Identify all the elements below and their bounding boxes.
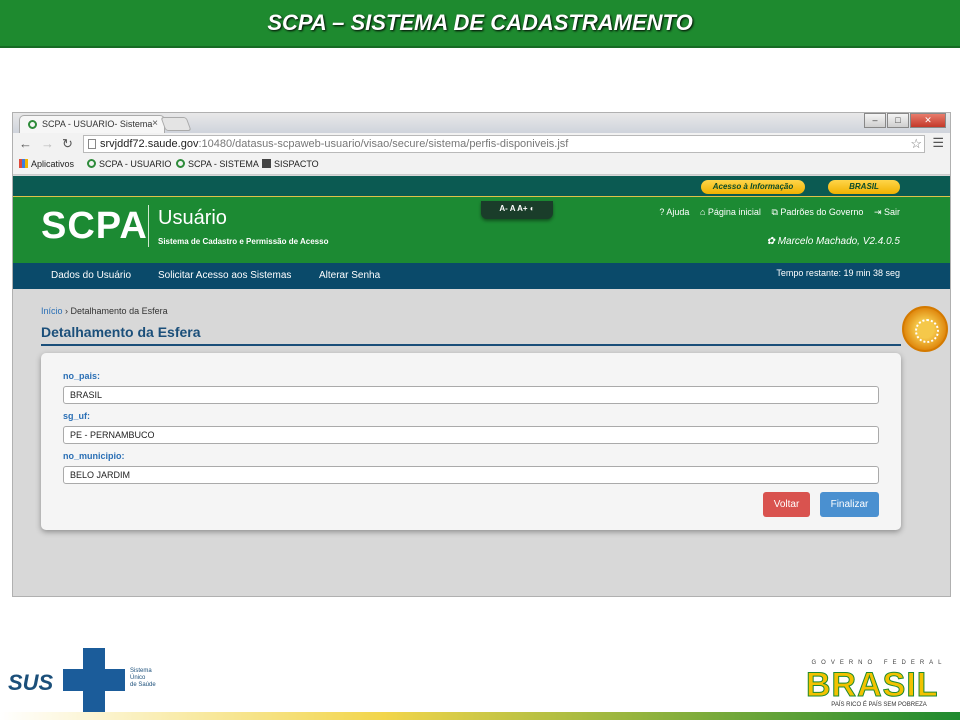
nav-alterar-senha[interactable]: Alterar Senha <box>319 270 380 281</box>
sus-subtitle: Sistema Único de Saúde <box>130 668 156 688</box>
municipio-field[interactable]: BELO JARDIM <box>63 466 879 484</box>
nav-dados-usuario[interactable]: Dados do Usuário <box>51 270 131 281</box>
field-label-municipio: no_municipio: <box>63 451 125 461</box>
breadcrumb: Início › Detalhamento da Esfera <box>41 306 168 316</box>
site-subtitle: Usuário <box>158 207 227 229</box>
close-tab-icon[interactable]: × <box>152 118 158 129</box>
gov-slogan: PAÍS RICO É PAÍS SEM POBREZA <box>831 702 927 708</box>
reload-icon[interactable]: ↻ <box>62 136 73 152</box>
bookmark-scpa-usuario[interactable]: SCPA - USUARIO <box>87 159 171 169</box>
forward-arrow-icon[interactable]: → <box>41 136 54 151</box>
session-timer: Tempo restante: 19 min 38 seg <box>776 268 900 278</box>
field-label-pais: no_pais: <box>63 371 101 381</box>
scpa-icon <box>176 159 185 168</box>
brasil-gov-link[interactable]: BRASIL <box>828 180 900 194</box>
acesso-informacao-link[interactable]: Acesso à Informação <box>701 180 805 194</box>
page-title: Detalhamento da Esfera <box>41 324 201 340</box>
header-links: ? Ajuda ⌂ Página inicial ⧉ Padrões do Go… <box>651 207 900 218</box>
url-path: :10480/datasus-scpaweb-usuario/visao/sec… <box>198 138 569 150</box>
bookmark-apps[interactable]: Aplicativos <box>19 159 74 169</box>
gov-standards-link[interactable]: ⧉ Padrões do Governo <box>771 207 863 217</box>
main-nav: Dados do Usuário Solicitar Acesso aos Si… <box>13 263 950 289</box>
slide: SCPA – SISTEMA DE CADASTRAMENTO SCPA - U… <box>0 0 960 720</box>
browser-window: SCPA - USUARIO- Sistema × – □ ✕ ← → ↻ sr… <box>12 112 951 597</box>
scpa-icon <box>87 159 96 168</box>
sus-logo: SUS Sistema Único de Saúde <box>8 648 158 712</box>
page-icon <box>88 139 96 149</box>
detail-card: no_pais: BRASIL sg_uf: PE - PERNAMBUCO n… <box>41 353 901 530</box>
scpa-logo[interactable]: SCPA <box>41 205 148 248</box>
breadcrumb-current: Detalhamento da Esfera <box>70 306 168 316</box>
menu-icon[interactable]: ☰ <box>932 135 944 151</box>
slide-banner: SCPA – SISTEMA DE CADASTRAMENTO <box>0 0 960 48</box>
home-link[interactable]: ⌂ Página inicial <box>700 207 761 217</box>
brasil-wordmark: BRASIL <box>806 666 939 705</box>
new-tab-button[interactable] <box>160 117 192 131</box>
uf-field[interactable]: PE - PERNAMBUCO <box>63 426 879 444</box>
nav-solicitar-acesso[interactable]: Solicitar Acesso aos Sistemas <box>158 270 291 281</box>
bookmark-scpa-sistema[interactable]: SCPA - SISTEMA <box>176 159 259 169</box>
bookmarks-bar: Aplicativos SCPA - USUARIO SCPA - SISTEM… <box>13 155 950 175</box>
sispacto-icon <box>262 159 271 168</box>
back-arrow-icon[interactable]: ← <box>19 136 32 151</box>
field-label-uf: sg_uf: <box>63 411 90 421</box>
browser-tab[interactable]: SCPA - USUARIO- Sistema × <box>19 115 165 133</box>
bottom-stripe <box>0 712 960 720</box>
tab-title: SCPA - USUARIO- Sistema <box>42 119 153 129</box>
address-bar: ← → ↻ srvjddf72.saude.gov:10480/datasus-… <box>13 133 950 155</box>
sus-wordmark: SUS <box>8 670 54 695</box>
finalizar-button[interactable]: Finalizar <box>820 492 879 517</box>
url-host: srvjddf72.saude.gov <box>100 138 199 150</box>
bookmark-sispacto[interactable]: SISPACTO <box>262 159 319 169</box>
window-controls: – □ ✕ <box>864 113 946 128</box>
breadcrumb-home[interactable]: Início <box>41 306 63 316</box>
logo-separator <box>148 205 149 247</box>
seal-icon <box>902 306 948 352</box>
gear-icon: ✿ <box>766 236 778 247</box>
help-link[interactable]: ? Ajuda <box>659 207 689 217</box>
url-input[interactable]: srvjddf72.saude.gov:10480/datasus-scpawe… <box>83 135 925 153</box>
pais-field[interactable]: BRASIL <box>63 386 879 404</box>
sus-cross-icon <box>63 648 125 712</box>
slide-title: SCPA – SISTEMA DE CADASTRAMENTO <box>267 10 693 35</box>
web-page: Acesso à Informação BRASIL SCPA Usuário … <box>13 176 950 596</box>
site-description: Sistema de Cadastro e Permissão de Acess… <box>158 237 329 246</box>
site-header: SCPA Usuário Sistema de Cadastro e Permi… <box>13 196 950 263</box>
governo-federal-logo: GOVERNO FEDERAL BRASIL PAÍS RICO É PAÍS … <box>806 660 952 710</box>
font-size-controls[interactable]: A- A A+ ◐ <box>481 201 553 219</box>
favicon-icon <box>28 120 37 129</box>
maximize-button[interactable]: □ <box>887 113 909 128</box>
tab-bar: SCPA - USUARIO- Sistema × – □ ✕ <box>13 113 950 133</box>
user-info: ✿ Marcelo Machado, V2.4.0.5 <box>766 236 900 247</box>
close-window-button[interactable]: ✕ <box>910 113 946 128</box>
apps-grid-icon <box>19 159 28 168</box>
voltar-button[interactable]: Voltar <box>763 492 810 517</box>
minimize-button[interactable]: – <box>864 113 886 128</box>
bookmark-star-icon[interactable]: ☆ <box>910 136 922 152</box>
gov-strip: Acesso à Informação BRASIL <box>13 176 950 196</box>
logout-link[interactable]: ⇥ Sair <box>874 207 900 217</box>
title-divider <box>41 344 901 346</box>
